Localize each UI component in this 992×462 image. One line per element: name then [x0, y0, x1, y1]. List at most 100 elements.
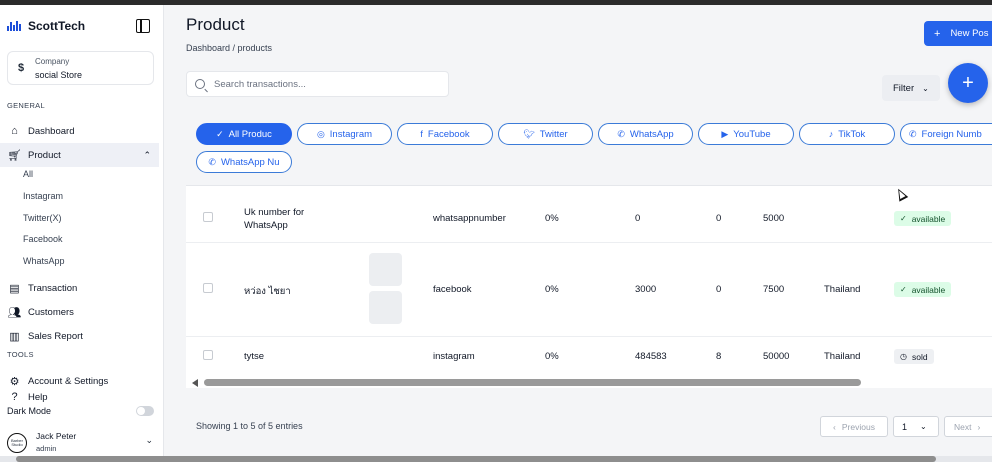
home-icon: ⌂ — [11, 125, 18, 137]
row-checkbox[interactable] — [203, 350, 213, 360]
product-image — [369, 253, 402, 286]
check-icon: ✓ — [900, 285, 907, 294]
sidebar-subitem-instagram[interactable]: Instagram — [23, 191, 63, 201]
entries-summary: Showing 1 to 5 of 5 entries — [196, 421, 303, 431]
status-badge: ✓ available — [894, 282, 952, 297]
pill-label: Instagram — [329, 128, 373, 140]
user-menu[interactable]: Barber Studio Jack Peter admin ⌄ — [7, 431, 157, 457]
company-name: social Store — [35, 70, 83, 80]
pill-facebook[interactable]: f Facebook — [397, 123, 493, 145]
twitter-icon: 🐦︎ — [523, 128, 535, 139]
sidebar-item-customers[interactable]: 👥︎ Customers — [0, 300, 159, 324]
chevron-left-icon: ‹ — [833, 421, 836, 432]
pill-foreign-number[interactable]: ✆ Foreign Numb — [900, 123, 992, 145]
general-section-label: GENERAL — [7, 101, 45, 110]
plus-icon: + — [934, 27, 941, 40]
status-label: sold — [911, 351, 928, 362]
scrollbar-thumb[interactable] — [16, 456, 936, 462]
sidebar-subitem-whatsapp[interactable]: WhatsApp — [23, 256, 65, 266]
product-percent: 0% — [545, 284, 559, 295]
help-icon: ? — [11, 391, 18, 403]
sidebar-item-sales-report[interactable]: ▥ Sales Report — [0, 324, 159, 348]
page-horizontal-scrollbar[interactable] — [0, 456, 992, 462]
new-post-button[interactable]: + New Pos — [924, 21, 992, 46]
row-checkbox[interactable] — [203, 212, 213, 222]
dark-mode-label: Dark Mode — [7, 406, 52, 416]
chevron-down-icon: ⌄ — [920, 422, 927, 431]
product-platform: instagram — [433, 351, 475, 362]
dollar-icon: $ — [18, 62, 25, 74]
sidebar-item-transaction[interactable]: ▤ Transaction — [0, 276, 159, 300]
gear-icon: ⚙ — [9, 375, 20, 388]
check-icon: ✓ — [900, 214, 907, 223]
pill-youtube[interactable]: ▶ YouTube — [698, 123, 794, 145]
pill-whatsapp-number[interactable]: ✆ WhatsApp Nu — [196, 151, 292, 173]
breadcrumb[interactable]: Dashboard / products — [186, 43, 272, 53]
search-placeholder: Search transactions... — [214, 78, 306, 90]
product-name: หว่อง ไชยา — [244, 286, 291, 297]
table-row[interactable]: Uk number for WhatsApp whatsappnumber 0%… — [186, 186, 992, 243]
previous-page-button[interactable]: ‹ Previous — [820, 416, 888, 437]
product-platform: whatsappnumber — [433, 213, 506, 224]
category-pills: ✓ All Produc ◎ Instagram f Facebook 🐦︎ T… — [196, 117, 992, 177]
new-post-label: New Pos — [950, 28, 989, 39]
sidebar-subitem-twitter[interactable]: Twitter(X) — [23, 213, 62, 223]
product-price: 50000 — [763, 351, 790, 362]
product-name: Uk number for WhatsApp — [244, 207, 305, 231]
table-horizontal-scrollbar[interactable] — [192, 378, 992, 388]
filter-button[interactable]: Filter ⌄ — [882, 75, 940, 101]
next-page-button[interactable]: Next › — [944, 416, 992, 437]
user-name: Jack Peter — [36, 431, 77, 441]
brand[interactable]: ScottTech — [7, 19, 85, 33]
pill-all-products[interactable]: ✓ All Produc — [196, 123, 292, 145]
product-price: 5000 — [763, 213, 785, 224]
sidebar-subitem-all[interactable]: All — [23, 169, 33, 179]
sidebar-collapse-icon[interactable] — [136, 19, 150, 33]
product-percent: 0% — [545, 213, 559, 224]
scroll-left-icon[interactable] — [192, 379, 198, 387]
pill-tiktok[interactable]: ♪ TikTok — [799, 123, 895, 145]
pill-twitter[interactable]: 🐦︎ Twitter — [498, 123, 593, 145]
table-row[interactable]: หว่อง ไชยา facebook 0% 3000 0 7500 Thail… — [186, 243, 992, 337]
status-badge: ✓ available — [894, 211, 952, 226]
chart-icon: ▥ — [9, 330, 20, 343]
sidebar-item-product[interactable]: 🛒︎ Product ⌃ — [0, 143, 159, 167]
product-value-1: 0 — [635, 213, 641, 224]
clock-icon: ◷ — [900, 352, 907, 361]
avatar: Barber Studio — [7, 433, 27, 453]
tools-section-label: TOOLS — [7, 350, 34, 359]
facebook-icon: f — [420, 129, 423, 139]
app-window: ScottTech $ Company social Store GENERAL… — [0, 5, 992, 462]
page-title: Product — [186, 15, 245, 34]
sidebar: ScottTech $ Company social Store GENERAL… — [0, 5, 164, 462]
company-switcher[interactable]: $ Company social Store — [7, 51, 154, 85]
product-table: Uk number for WhatsApp whatsappnumber 0%… — [186, 185, 992, 388]
pill-whatsapp[interactable]: ✆ WhatsApp — [598, 123, 693, 145]
dark-mode-toggle[interactable] — [136, 406, 154, 416]
plus-icon: + — [962, 71, 974, 94]
users-icon: 👥︎ — [7, 306, 22, 319]
product-value-2: 0 — [716, 284, 722, 295]
pill-label: TikTok — [838, 128, 866, 140]
search-icon — [195, 79, 205, 89]
scrollbar-thumb[interactable] — [204, 379, 861, 386]
add-product-fab[interactable]: + — [948, 63, 988, 103]
search-input[interactable]: Search transactions... — [186, 71, 449, 97]
sidebar-subitem-facebook[interactable]: Facebook — [23, 234, 63, 244]
table-row[interactable]: tytse instagram 0% 484583 8 50000 Thaila… — [186, 337, 992, 377]
tiktok-icon: ♪ — [828, 129, 834, 139]
company-label: Company — [35, 57, 70, 66]
cart-icon: 🛒︎ — [7, 149, 22, 162]
row-checkbox[interactable] — [203, 283, 213, 293]
sidebar-item-help[interactable]: ? Help — [0, 387, 159, 407]
pill-instagram[interactable]: ◎ Instagram — [297, 123, 392, 145]
page-select[interactable]: 1 ⌄ — [893, 416, 939, 437]
brand-name: ScottTech — [28, 19, 86, 33]
sidebar-item-dashboard[interactable]: ⌂ Dashboard — [0, 119, 159, 143]
pill-label: Twitter — [539, 128, 568, 140]
product-country: Thailand — [824, 351, 861, 362]
product-price: 7500 — [763, 284, 785, 295]
pill-label: WhatsApp — [629, 128, 674, 140]
chevron-down-icon: ⌄ — [145, 435, 153, 445]
check-icon: ✓ — [216, 128, 224, 139]
